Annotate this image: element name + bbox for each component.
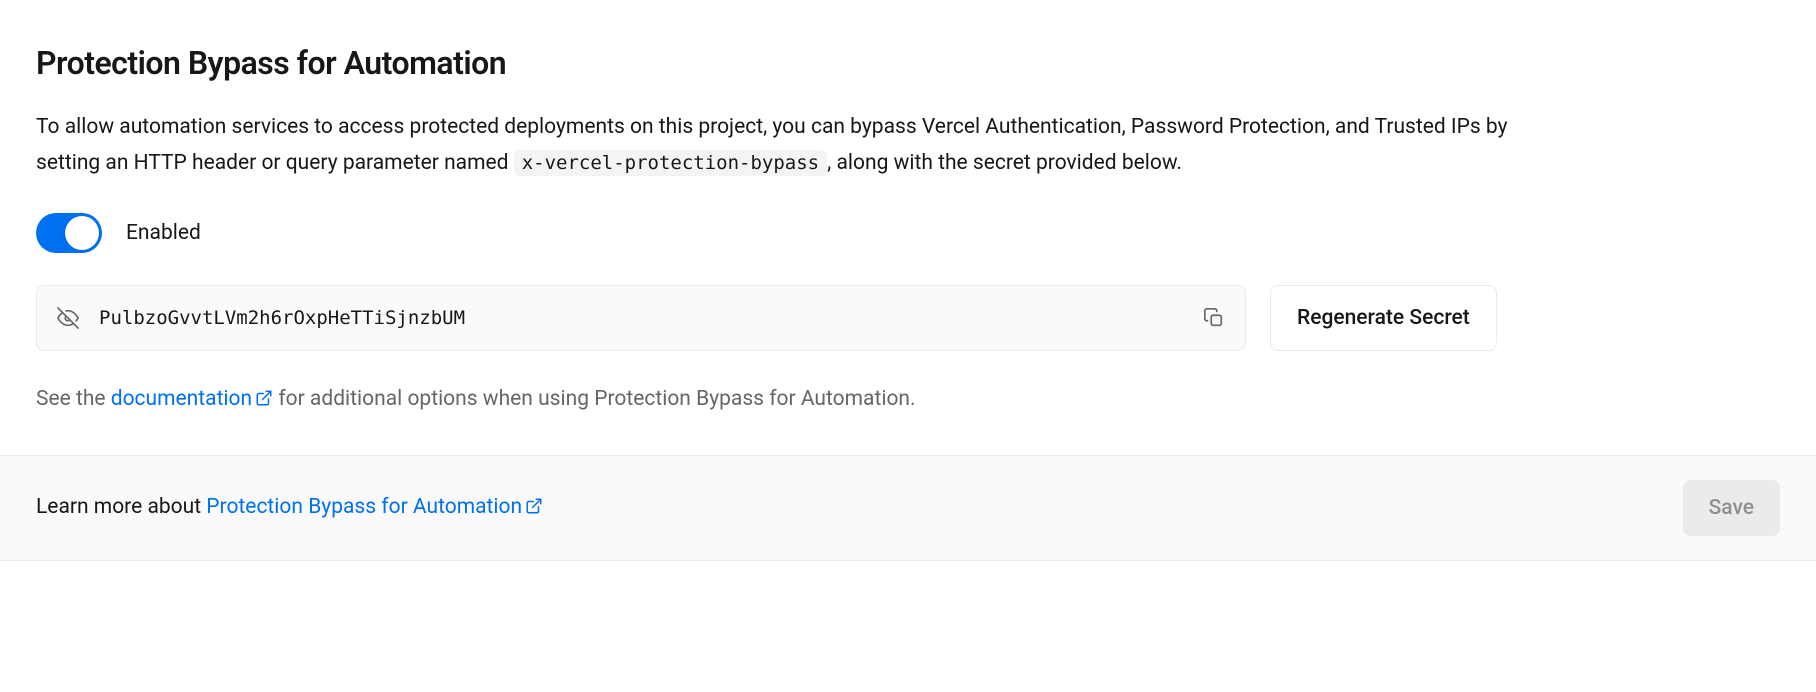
- enable-toggle[interactable]: [36, 213, 102, 253]
- external-link-icon: [525, 497, 543, 521]
- toggle-label: Enabled: [126, 221, 201, 245]
- header-name-code: x-vercel-protection-bypass: [514, 150, 827, 176]
- footer-text: Learn more about Protection Bypass for A…: [36, 495, 543, 521]
- eye-off-icon[interactable]: [57, 307, 79, 329]
- settings-card: Protection Bypass for Automation To allo…: [0, 0, 1816, 561]
- regenerate-secret-button[interactable]: Regenerate Secret: [1270, 285, 1497, 351]
- doc-note: See the documentation for additional opt…: [36, 383, 1780, 419]
- footer-learn-pre: Learn more about: [36, 495, 206, 519]
- card-footer: Learn more about Protection Bypass for A…: [0, 455, 1816, 560]
- doc-note-pre: See the: [36, 387, 111, 411]
- external-link-icon: [255, 385, 273, 419]
- description-post: , along with the secret provided below.: [827, 151, 1182, 175]
- card-content: Protection Bypass for Automation To allo…: [0, 0, 1816, 455]
- secret-value: PulbzoGvvtLVm2h6rOxpHeTTiSjnzbUM: [99, 307, 1187, 329]
- section-description: To allow automation services to access p…: [36, 110, 1536, 181]
- documentation-link[interactable]: documentation: [111, 387, 273, 411]
- copy-icon[interactable]: [1203, 307, 1225, 329]
- toggle-row: Enabled: [36, 213, 1780, 253]
- section-title: Protection Bypass for Automation: [36, 44, 1780, 82]
- secret-field: PulbzoGvvtLVm2h6rOxpHeTTiSjnzbUM: [36, 285, 1246, 351]
- save-button[interactable]: Save: [1683, 480, 1780, 536]
- learn-more-link[interactable]: Protection Bypass for Automation: [206, 495, 543, 519]
- doc-note-post: for additional options when using Protec…: [273, 387, 915, 411]
- secret-row: PulbzoGvvtLVm2h6rOxpHeTTiSjnzbUM Regener…: [36, 285, 1780, 351]
- toggle-knob: [65, 216, 99, 250]
